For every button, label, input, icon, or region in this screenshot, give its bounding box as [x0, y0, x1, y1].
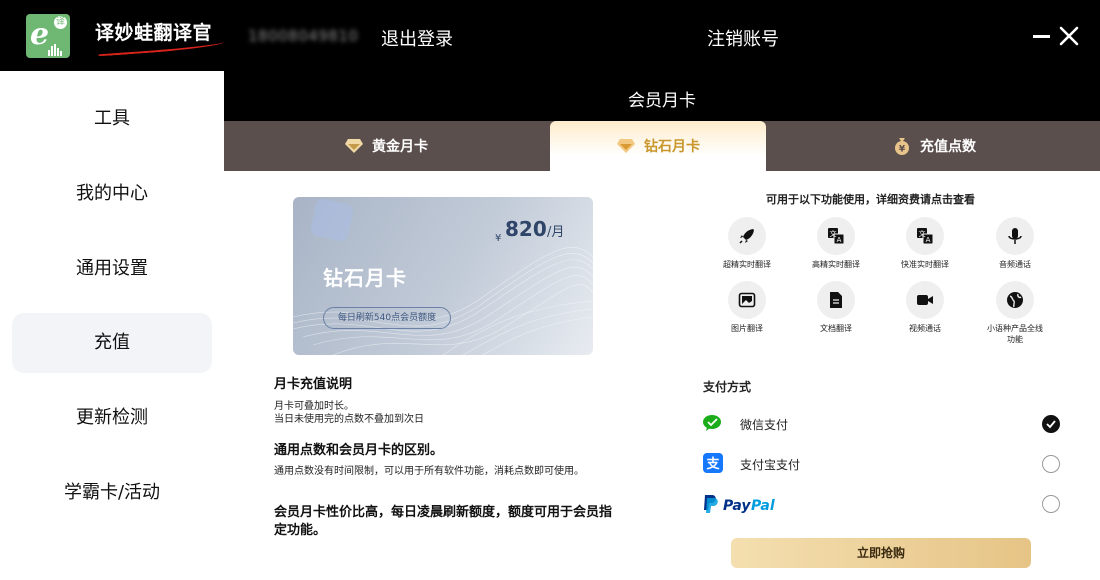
feature-image-translate[interactable]: 图片翻译 [707, 281, 787, 334]
feature-video-call[interactable]: 视频通话 [885, 281, 965, 334]
wechat-pay-icon [703, 415, 721, 431]
plan-tabs: 黄金月卡 钻石月卡 ¥ 充值点数 [224, 121, 1100, 171]
card-name: 钻石月卡 [323, 266, 407, 290]
svg-text:A: A [926, 236, 931, 244]
payment-label: 支付宝支付 [740, 458, 801, 472]
account-phone: 18008049810 [248, 27, 359, 45]
globe-icon [1007, 292, 1023, 308]
feature-audio-call[interactable]: 音频通话 [975, 217, 1055, 270]
tab-label: 钻石月卡 [644, 139, 700, 155]
payment-option-paypal[interactable]: Pay Pal [702, 492, 1062, 516]
money-bag-icon: ¥ [895, 138, 909, 155]
svg-text:文: 文 [830, 229, 837, 238]
checkmark-icon [1046, 420, 1056, 429]
sidebar-item-settings[interactable]: 通用设置 [12, 239, 212, 299]
paypal-icon: Pay Pal [704, 495, 775, 514]
card-daily-quota: 每日刷新540点会员额度 [323, 307, 451, 329]
feature-label: 高精实时翻译 [812, 260, 860, 269]
payment-radio-paypal[interactable] [1042, 495, 1060, 513]
title-bar: e 译 译妙蛙翻译官 18008049810 退出登录 注销账号 [0, 0, 1100, 71]
alipay-icon: 支 [703, 453, 723, 473]
features-title[interactable]: 可用于以下功能使用，详细资费请点击查看 [766, 191, 975, 207]
svg-text:文: 文 [919, 229, 926, 238]
translate-icon: 文 A [828, 228, 845, 245]
tab-label: 充值点数 [920, 139, 976, 155]
logout-button[interactable]: 退出登录 [381, 25, 453, 51]
feature-label: 快准实时翻译 [901, 260, 949, 269]
feature-minor-languages[interactable]: 小语种产品全线功能 [975, 281, 1055, 345]
logo-badge: 译 [54, 16, 67, 29]
feature-document-translate[interactable]: 文档翻译 [796, 281, 876, 334]
minimize-icon[interactable] [1033, 35, 1050, 38]
feature-fast-realtime[interactable]: 文 A 快准实时翻译 [885, 217, 965, 270]
card-price: 820 [505, 217, 547, 241]
payment-radio-alipay[interactable] [1042, 455, 1060, 473]
payment-title: 支付方式 [703, 380, 752, 394]
sidebar-item-tools[interactable]: 工具 [12, 89, 212, 149]
payment-option-alipay[interactable]: 支 支付宝支付 [702, 452, 1062, 476]
info-text-points: 通用点数没有时间限制，可以用于所有软件功能，消耗点数即可使用。 [274, 466, 584, 477]
info-text-no-carry: 当日未使用完的点数不叠加到次日 [274, 414, 424, 425]
feature-label: 图片翻译 [731, 324, 763, 333]
sidebar: 工具 我的中心 通用设置 充值 更新检测 学霸卡/活动 [0, 71, 224, 580]
tab-label: 黄金月卡 [372, 139, 428, 155]
payment-option-wechat[interactable]: 微信支付 [702, 412, 1062, 436]
tab-recharge-points[interactable]: ¥ 充值点数 [768, 121, 1100, 171]
tab-gold-card[interactable]: 黄金月卡 [224, 121, 548, 171]
feature-label: 文档翻译 [820, 324, 852, 333]
gold-diamond-icon [345, 139, 363, 153]
membership-header: 会员月卡 [224, 71, 1100, 121]
info-text-stack: 月卡可叠加时长。 [274, 401, 354, 412]
sidebar-item-recharge[interactable]: 充值 [12, 313, 212, 373]
buy-now-button[interactable]: 立即抢购 [731, 538, 1031, 568]
card-currency: ¥ [495, 233, 502, 244]
app-logo: e 译 [26, 14, 70, 58]
microphone-icon [1008, 228, 1022, 244]
sidebar-item-study-card[interactable]: 学霸卡/活动 [12, 463, 212, 523]
svg-text:Pay: Pay [723, 498, 751, 514]
feature-high-realtime[interactable]: 文 A 高精实时翻译 [796, 217, 876, 270]
cancel-account-button[interactable]: 注销账号 [707, 25, 779, 51]
page-title: 会员月卡 [628, 91, 696, 111]
svg-text:¥: ¥ [899, 145, 906, 155]
tab-diamond-card[interactable]: 钻石月卡 [550, 121, 766, 171]
info-heading-monthly: 月卡充值说明 [274, 377, 353, 392]
diamond-card-banner: ¥ 820 /月 钻石月卡 每日刷新540点会员额度 [293, 197, 593, 355]
svg-text:支: 支 [705, 456, 720, 472]
card-logo [309, 197, 355, 243]
info-heading-value: 会员月卡性价比高，每日凌晨刷新额度，额度可用于会员指定功能。 [274, 505, 613, 538]
image-icon [738, 292, 756, 308]
feature-label: 视频通话 [909, 324, 941, 333]
document-icon [830, 292, 842, 308]
translate-fast-icon: 文 A [917, 228, 934, 245]
close-icon[interactable] [1058, 24, 1080, 48]
card-unit: /月 [547, 225, 565, 240]
info-heading-difference: 通用点数和会员月卡的区别。 [274, 443, 444, 458]
diamond-icon [617, 139, 635, 153]
rocket-icon [739, 229, 754, 244]
sidebar-item-my-center[interactable]: 我的中心 [12, 164, 212, 224]
feature-super-realtime[interactable]: 超精实时翻译 [707, 217, 787, 270]
svg-text:A: A [837, 236, 842, 244]
payment-radio-wechat[interactable] [1042, 415, 1060, 433]
sidebar-item-update-check[interactable]: 更新检测 [12, 388, 212, 448]
feature-label: 小语种产品全线功能 [987, 324, 1043, 344]
feature-label: 音频通话 [999, 260, 1031, 269]
payment-label: 微信支付 [740, 418, 789, 432]
video-camera-icon [917, 295, 933, 305]
feature-label: 超精实时翻译 [723, 260, 771, 269]
svg-text:Pal: Pal [751, 498, 775, 514]
